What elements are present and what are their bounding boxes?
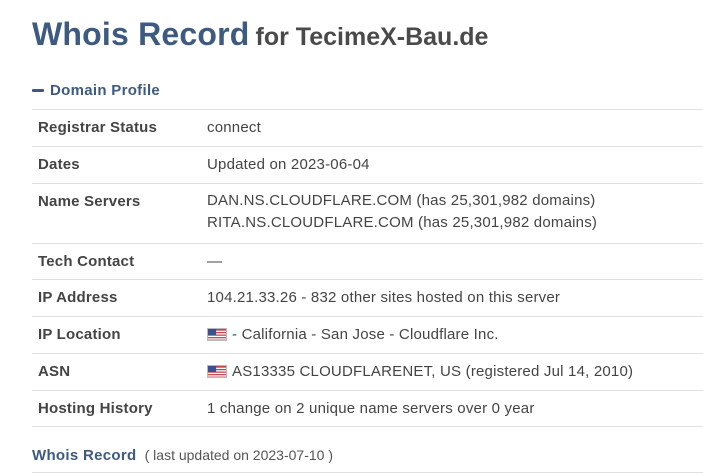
- whois-record-heading: Whois Record: [32, 447, 137, 464]
- table-row-dates: Dates Updated on 2023-06-04: [32, 146, 703, 184]
- table-row-asn: ASN AS13335 CLOUDFLARENET, US (registere…: [32, 353, 703, 391]
- us-flag-icon: [207, 328, 227, 341]
- table-row-tech-contact: Tech Contact —: [32, 243, 703, 280]
- divider: [32, 472, 703, 473]
- domain-profile-toggle[interactable]: Domain Profile: [32, 79, 160, 101]
- hosting-history-label: Hosting History: [32, 390, 207, 427]
- us-flag-icon: [207, 365, 227, 378]
- page-title-main: Whois Record: [32, 16, 250, 52]
- page-title-domain: for TecimeX-Bau.de: [255, 23, 489, 51]
- asn-label: ASN: [32, 353, 207, 391]
- name-servers-label: Name Servers: [32, 183, 207, 244]
- hosting-history-value: 1 change on 2 unique name servers over 0…: [207, 390, 703, 427]
- name-server-link[interactable]: RITA.NS.CLOUDFLARE.COM (has 25,301,982 d…: [207, 212, 703, 234]
- tech-contact-value: —: [207, 243, 703, 280]
- last-updated-text: ( last updated on 2023-07-10 ): [144, 447, 333, 463]
- dates-value: Updated on 2023-06-04: [207, 146, 703, 184]
- asn-value: AS13335 CLOUDFLARENET, US (registered Ju…: [207, 353, 703, 391]
- table-row-ip-location: IP Location - California - San Jose - Cl…: [32, 316, 703, 354]
- minus-icon: [32, 88, 44, 92]
- name-servers-value: DAN.NS.CLOUDFLARE.COM (has 25,301,982 do…: [207, 183, 703, 244]
- name-server-link[interactable]: DAN.NS.CLOUDFLARE.COM (has 25,301,982 do…: [207, 190, 703, 212]
- ip-address-label: IP Address: [32, 279, 207, 317]
- domain-profile-heading: Domain Profile: [50, 81, 161, 99]
- page-title: Whois Record for TecimeX-Bau.de: [32, 14, 488, 61]
- whois-record-footer: Whois Record ( last updated on 2023-07-1…: [32, 445, 333, 466]
- dates-label: Dates: [32, 146, 207, 184]
- registrar-status-label: Registrar Status: [32, 109, 207, 147]
- table-row-name-servers: Name Servers DAN.NS.CLOUDFLARE.COM (has …: [32, 183, 703, 244]
- registrar-status-value: connect: [207, 109, 703, 147]
- ip-location-label: IP Location: [32, 316, 207, 354]
- table-row-hosting-history: Hosting History 1 change on 2 unique nam…: [32, 390, 703, 427]
- tech-contact-label: Tech Contact: [32, 243, 207, 280]
- table-row-ip-address: IP Address 104.21.33.26 - 832 other site…: [32, 279, 703, 317]
- table-row-registrar-status: Registrar Status connect: [32, 109, 703, 147]
- ip-address-value: 104.21.33.26 - 832 other sites hosted on…: [207, 279, 703, 317]
- ip-location-value: - California - San Jose - Cloudflare Inc…: [207, 316, 703, 354]
- domain-profile-table: Registrar Status connect Dates Updated o…: [32, 109, 703, 427]
